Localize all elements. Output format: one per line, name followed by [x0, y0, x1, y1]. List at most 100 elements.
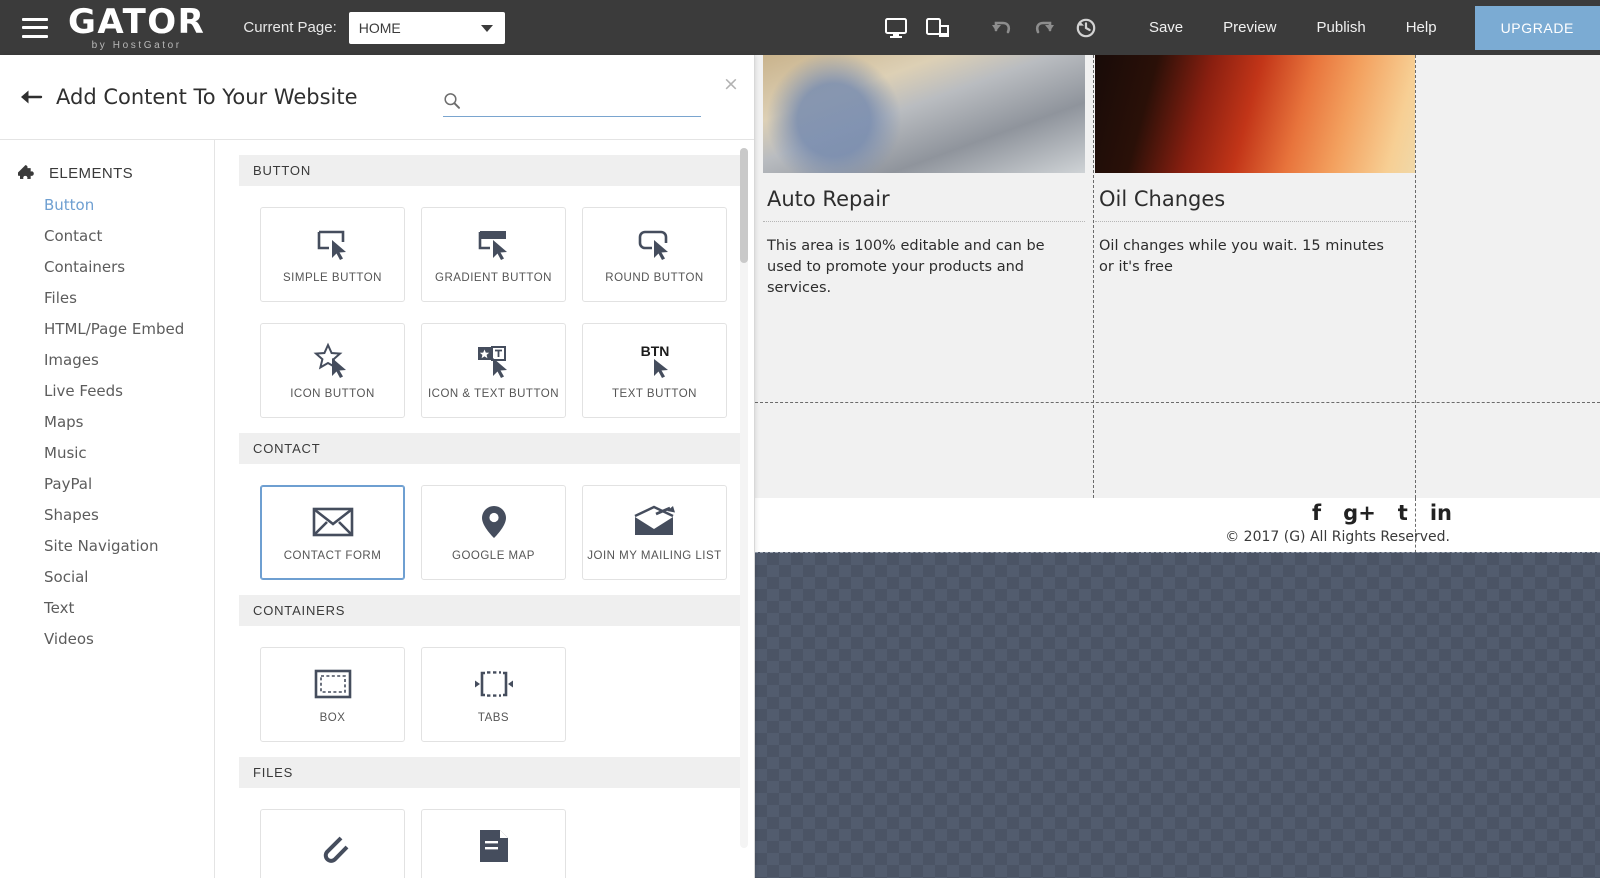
box-icon: [314, 665, 352, 703]
card-row: [239, 809, 744, 878]
element-card-paperclip-icon[interactable]: [260, 809, 405, 878]
sidebar-item-files[interactable]: Files: [0, 283, 214, 314]
element-card-tabs[interactable]: TABS: [421, 647, 566, 742]
icon-button-icon: [310, 341, 356, 379]
section-divider: [755, 402, 1600, 403]
help-button[interactable]: Help: [1386, 0, 1457, 55]
section-header-button: BUTTON: [239, 155, 744, 186]
add-content-panel: Add Content To Your Website × ELEMENTS B…: [0, 55, 755, 878]
gradient-button-icon: [471, 225, 517, 263]
sidebar-item-paypal[interactable]: PayPal: [0, 469, 214, 500]
section-header-files: FILES: [239, 757, 744, 788]
sidebar-item-button[interactable]: Button: [0, 190, 214, 221]
element-card-label: BOX: [319, 712, 346, 724]
back-arrow-icon[interactable]: [10, 76, 52, 118]
toolbar-actions: Save Preview Publish Help UPGRADE: [875, 0, 1600, 55]
publish-button[interactable]: Publish: [1297, 0, 1386, 55]
document-icon: [475, 827, 513, 865]
upgrade-button[interactable]: UPGRADE: [1474, 5, 1600, 50]
element-card-label: ICON BUTTON: [290, 388, 375, 400]
sidebar-item-site-navigation[interactable]: Site Navigation: [0, 531, 214, 562]
section-header-contact: CONTACT: [239, 433, 744, 464]
scrollbar-thumb[interactable]: [740, 148, 748, 263]
desktop-view-icon[interactable]: [879, 11, 913, 45]
social-icon-row: f g+ t in: [1312, 500, 1452, 526]
sidebar-item-maps[interactable]: Maps: [0, 407, 214, 438]
elements-header: ELEMENTS: [0, 156, 214, 190]
mail-send-icon: [632, 503, 678, 541]
service-column[interactable]: Oil Changes Oil changes while you wait. …: [1095, 55, 1415, 278]
top-toolbar: GATOR by HostGator Current Page: HOME Sa…: [0, 0, 1600, 55]
sidebar-item-shapes[interactable]: Shapes: [0, 500, 214, 531]
hamburger-icon[interactable]: [22, 17, 48, 38]
card-row: ICON BUTTON ICON & TEXT BUTTON BTN TEXT BUT…: [239, 323, 744, 418]
element-card-contact-form[interactable]: CONTACT FORM: [260, 485, 405, 580]
auto-repair-photo[interactable]: [763, 55, 1085, 173]
preview-button[interactable]: Preview: [1203, 0, 1296, 55]
undo-icon[interactable]: [985, 11, 1019, 45]
round-button-icon: [632, 225, 678, 263]
current-page-label: Current Page:: [243, 19, 337, 36]
element-card-label: GRADIENT BUTTON: [435, 272, 552, 284]
column-divider: [1093, 55, 1094, 498]
element-card-label: TEXT BUTTON: [612, 388, 697, 400]
sidebar-item-images[interactable]: Images: [0, 345, 214, 376]
sidebar-item-html-page-embed[interactable]: HTML/Page Embed: [0, 314, 214, 345]
service-column[interactable]: Auto Repair This area is 100% editable a…: [763, 55, 1085, 299]
sidebar-item-videos[interactable]: Videos: [0, 624, 214, 655]
element-card-gradient-button[interactable]: GRADIENT BUTTON: [421, 207, 566, 302]
page-title: Add Content To Your Website: [56, 85, 358, 109]
sidebar-item-containers[interactable]: Containers: [0, 252, 214, 283]
site-preview-frame[interactable]: Auto Repair This area is 100% editable a…: [755, 55, 1600, 498]
element-card-icon-button[interactable]: ICON BUTTON: [260, 323, 405, 418]
service-body: Oil changes while you wait. 15 minutes o…: [1099, 238, 1384, 275]
mobile-view-icon[interactable]: [921, 11, 955, 45]
element-card-join-my-mailing-list[interactable]: JOIN MY MAILING LIST: [582, 485, 727, 580]
card-row: CONTACT FORM GOOGLE MAP JOIN MY MAILING LI…: [239, 485, 744, 580]
sidebar-item-music[interactable]: Music: [0, 438, 214, 469]
elements-header-label: ELEMENTS: [49, 164, 134, 182]
copyright-text: © 2017 (G) All Rights Reserved.: [1225, 529, 1450, 545]
oil-changes-photo[interactable]: [1095, 55, 1415, 173]
element-card-simple-button[interactable]: SIMPLE BUTTON: [260, 207, 405, 302]
search-input: [469, 87, 687, 114]
card-row: SIMPLE BUTTON GRADIENT BUTTON ROUND BUTTON: [239, 207, 744, 302]
history-icon[interactable]: [1069, 11, 1103, 45]
tabs-icon: [474, 665, 514, 703]
close-icon[interactable]: ×: [718, 71, 744, 97]
search-icon: [443, 92, 461, 110]
text-button-icon: BTN: [632, 341, 678, 379]
empty-canvas-region[interactable]: [755, 552, 1600, 878]
google-plus-icon[interactable]: g+: [1343, 500, 1376, 526]
search-field[interactable]: [443, 85, 701, 117]
element-card-label: GOOGLE MAP: [452, 550, 535, 562]
service-title: Auto Repair: [763, 173, 1085, 222]
sidebar-item-text[interactable]: Text: [0, 593, 214, 624]
card-row: BOX TABS: [239, 647, 744, 742]
envelope-icon: [311, 503, 355, 541]
element-card-round-button[interactable]: ROUND BUTTON: [582, 207, 727, 302]
service-title: Oil Changes: [1095, 173, 1415, 222]
element-grid[interactable]: BUTTON SIMPLE BUTTON GRADIENT BUTTON ROUND …: [215, 140, 754, 878]
page-select-value: HOME: [358, 19, 401, 36]
redo-icon[interactable]: [1027, 11, 1061, 45]
element-card-icon-text-button[interactable]: ICON & TEXT BUTTON: [421, 323, 566, 418]
element-card-text-button[interactable]: BTN TEXT BUTTON: [582, 323, 727, 418]
section-header-containers: CONTAINERS: [239, 595, 744, 626]
save-button[interactable]: Save: [1129, 0, 1203, 55]
sidebar-item-social[interactable]: Social: [0, 562, 214, 593]
twitter-icon[interactable]: t: [1398, 500, 1408, 526]
gator-logo[interactable]: GATOR by HostGator: [68, 5, 205, 51]
svg-text:BTN: BTN: [640, 343, 669, 359]
sidebar-item-contact[interactable]: Contact: [0, 221, 214, 252]
site-footer[interactable]: f g+ t in © 2017 (G) All Rights Reserved…: [755, 498, 1600, 558]
page-select[interactable]: HOME: [348, 11, 505, 44]
element-card-document-icon[interactable]: [421, 809, 566, 878]
element-card-google-map[interactable]: GOOGLE MAP: [421, 485, 566, 580]
sidebar-item-live-feeds[interactable]: Live Feeds: [0, 376, 214, 407]
element-card-label: ICON & TEXT BUTTON: [427, 388, 560, 400]
facebook-icon[interactable]: f: [1312, 500, 1321, 526]
element-card-box[interactable]: BOX: [260, 647, 405, 742]
logo-text: GATOR: [68, 1, 206, 42]
linkedin-icon[interactable]: in: [1430, 500, 1452, 526]
